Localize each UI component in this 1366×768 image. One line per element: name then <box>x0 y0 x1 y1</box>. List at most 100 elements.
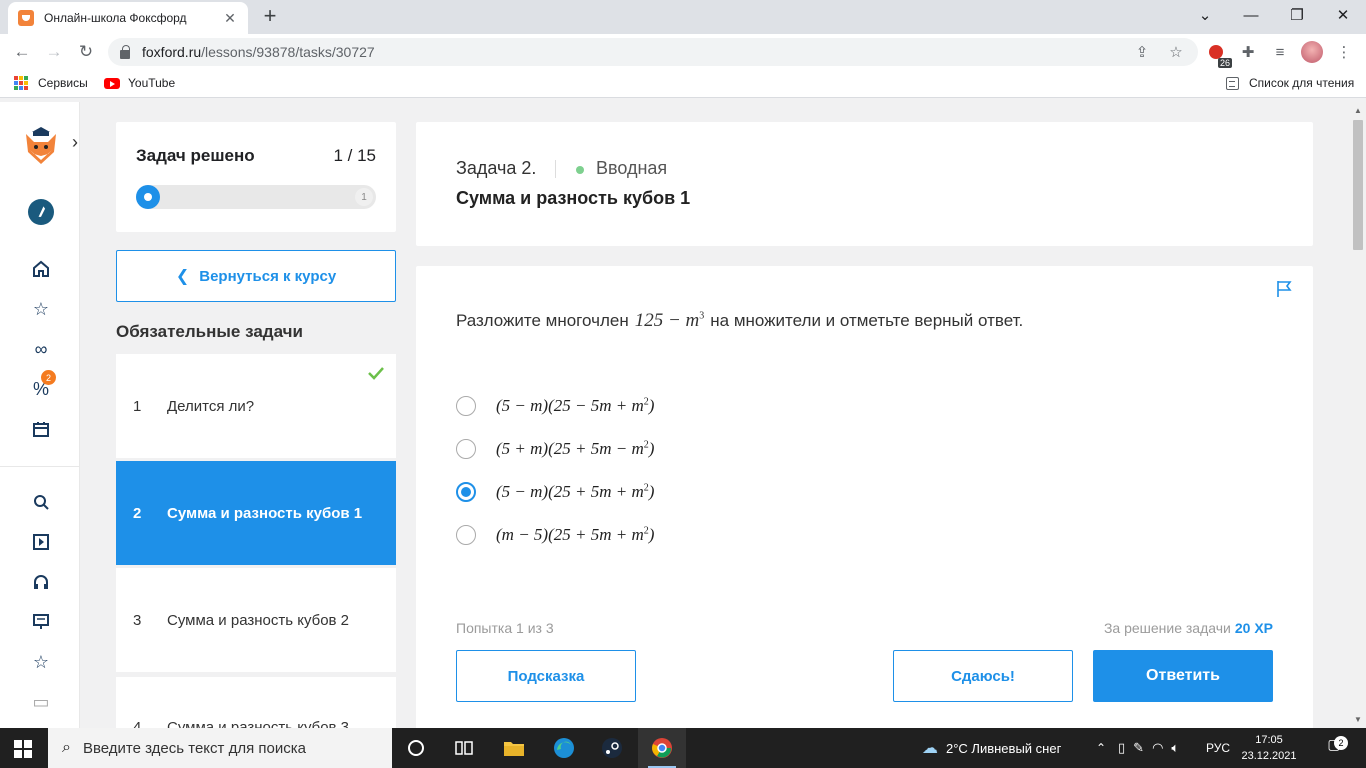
task-body-card: Разложите многочлен 125 − m3 на множител… <box>416 266 1313 728</box>
task-number: 4 <box>133 719 142 728</box>
clock-date: 23.12.2021 <box>1241 750 1297 762</box>
task-list-item-4[interactable]: 4 Сумма и разность кубов 3 <box>116 677 396 728</box>
question-formula: 125 − m3 <box>634 310 705 331</box>
progress-current-marker <box>138 187 158 207</box>
restore-window-button[interactable]: ❐ <box>1274 0 1320 30</box>
submit-answer-button[interactable]: Ответить <box>1093 650 1273 702</box>
radio-button[interactable] <box>456 396 476 416</box>
nav-profile-icon[interactable] <box>28 199 54 225</box>
bookmark-youtube[interactable]: YouTube <box>104 76 175 90</box>
file-explorer-icon[interactable] <box>490 728 538 768</box>
left-nav-rail: › ☆ ∞ % 2 ☆ ▭ <box>0 102 80 728</box>
menu-kebab-icon[interactable]: ⋮ <box>1332 40 1356 64</box>
calendar-icon[interactable] <box>28 416 54 442</box>
favorites-star-icon[interactable]: ☆ <box>28 649 54 675</box>
checkmark-icon <box>368 367 384 380</box>
infinity-icon[interactable]: ∞ <box>28 336 54 362</box>
reload-icon[interactable]: ↻ <box>72 38 100 66</box>
profile-avatar[interactable] <box>1301 41 1323 63</box>
lock-icon[interactable] <box>120 44 130 59</box>
radio-button[interactable] <box>456 439 476 459</box>
media-control-icon[interactable]: ≡ <box>1268 40 1292 64</box>
answer-option-3[interactable]: (5 − m)(25 + 5m + m2) <box>456 482 654 502</box>
system-clock[interactable]: 17:05 23.12.2021 <box>1238 732 1300 764</box>
tab-search-chevron-icon[interactable]: ⌄ <box>1182 0 1228 30</box>
browser-tab-active[interactable]: Онлайн-школа Фоксфорд ✕ <box>8 2 248 34</box>
expand-sidebar-chevron-icon[interactable]: › <box>72 132 78 153</box>
reading-list[interactable]: Список для чтения <box>1226 76 1354 90</box>
task-view-icon[interactable] <box>440 728 488 768</box>
answer-option-4[interactable]: (m − 5)(25 + 5m + m2) <box>456 525 654 545</box>
task-title: Сумма и разность кубов 1 <box>167 504 363 522</box>
task-header-card: Задача 2. Вводная Сумма и разность кубов… <box>416 122 1313 246</box>
level-dot-icon <box>576 166 584 174</box>
scroll-down-arrow-icon[interactable]: ▼ <box>1354 715 1362 724</box>
required-tasks-title: Обязательные задачи <box>116 322 303 341</box>
radio-button[interactable] <box>456 525 476 545</box>
tray-system-icons[interactable]: ▯ ✎ ◠ 🔈︎ <box>1118 728 1179 768</box>
minimize-window-button[interactable]: — <box>1228 0 1274 30</box>
task-number: 2 <box>133 504 142 522</box>
task-list-item-2[interactable]: 2 Сумма и разность кубов 1 <box>116 461 396 565</box>
taskbar-search-input[interactable]: ⌕ Введите здесь текст для поиска <box>48 728 392 768</box>
presentation-board-icon[interactable] <box>28 609 54 635</box>
address-bar[interactable]: foxford.ru /lessons/93878/tasks/30727 ⇪ … <box>108 38 1198 66</box>
steam-icon[interactable] <box>588 728 636 768</box>
task-number: 1 <box>133 397 142 415</box>
reward-xp: 20 XP <box>1234 620 1273 636</box>
taskbar-search-placeholder: Введите здесь текст для поиска <box>82 739 306 757</box>
scroll-up-arrow-icon[interactable]: ▲ <box>1354 106 1362 115</box>
answer-option-2[interactable]: (5 + m)(25 + 5m − m2) <box>456 439 654 459</box>
video-play-icon[interactable] <box>28 529 54 555</box>
task-list-item-3[interactable]: 3 Сумма и разность кубов 2 <box>116 568 396 672</box>
chrome-taskbar-icon[interactable] <box>638 728 686 768</box>
report-flag-icon[interactable] <box>1275 280 1293 298</box>
scrollbar-thumb[interactable] <box>1353 120 1363 250</box>
reading-list-label: Список для чтения <box>1249 76 1355 90</box>
new-tab-button[interactable]: + <box>260 4 280 28</box>
share-icon[interactable]: ⇪ <box>1130 38 1154 66</box>
home-icon[interactable] <box>28 256 54 282</box>
show-hidden-icons-chevron-icon[interactable]: ⌃ <box>1096 728 1106 768</box>
battery-icon: ▯ <box>1118 740 1126 755</box>
more-nav-icon[interactable]: ▭ <box>28 689 54 715</box>
bookmark-star-icon[interactable]: ☆ <box>1164 38 1188 66</box>
clock-time: 17:05 <box>1255 734 1283 746</box>
solved-count: 1 / 15 <box>333 146 376 165</box>
bookmark-apps-label: Сервисы <box>38 76 88 90</box>
hint-button[interactable]: Подсказка <box>456 650 636 702</box>
question-text: Разложите многочлен 125 − m3 на множител… <box>456 310 1023 332</box>
question-suffix: на множители и отметьте верный ответ. <box>710 311 1024 330</box>
weather-widget[interactable]: ☁ 2°C Ливневый снег <box>922 728 1061 768</box>
back-arrow-icon[interactable]: ← <box>8 38 36 66</box>
foxford-fox-logo-icon[interactable] <box>24 126 58 166</box>
back-to-course-button[interactable]: ❮ Вернуться к курсу <box>116 250 396 302</box>
nav-divider <box>0 466 80 467</box>
headphones-icon[interactable] <box>28 569 54 595</box>
bookmark-apps[interactable]: Сервисы <box>14 76 88 90</box>
extension-icon[interactable]: 26 <box>1204 40 1232 68</box>
search-icon[interactable] <box>28 489 54 515</box>
wifi-icon: ◠ <box>1152 740 1164 755</box>
puzzle-extensions-icon[interactable]: ✚ <box>1236 40 1260 64</box>
task-list-item-1[interactable]: 1 Делится ли? <box>116 354 396 458</box>
attempt-counter: Попытка 1 из 3 <box>456 620 554 636</box>
windows-start-icon[interactable] <box>14 740 32 758</box>
forward-arrow-icon[interactable]: → <box>40 38 68 66</box>
cortana-icon[interactable] <box>392 728 440 768</box>
browser-tabbar: Онлайн-школа Фоксфорд ✕ + ⌄ — ❐ ✕ <box>0 0 1366 34</box>
close-window-button[interactable]: ✕ <box>1320 0 1366 30</box>
close-tab-icon[interactable]: ✕ <box>222 10 238 27</box>
search-icon: ⌕ <box>62 739 71 756</box>
star-icon[interactable]: ☆ <box>28 296 54 322</box>
solved-progress-bar: 1 <box>136 185 376 209</box>
edge-browser-icon[interactable] <box>540 728 588 768</box>
radio-button-selected[interactable] <box>456 482 476 502</box>
answer-option-1[interactable]: (5 − m)(25 − 5m + m2) <box>456 396 654 416</box>
question-prefix: Разложите многочлен <box>456 311 629 330</box>
give-up-button[interactable]: Сдаюсь! <box>893 650 1073 702</box>
percent-icon[interactable]: % 2 <box>28 370 56 402</box>
page-scrollbar[interactable]: ▲ ▼ <box>1350 102 1366 728</box>
tab-title: Онлайн-школа Фоксфорд <box>44 11 187 25</box>
input-language[interactable]: РУС <box>1206 728 1230 768</box>
